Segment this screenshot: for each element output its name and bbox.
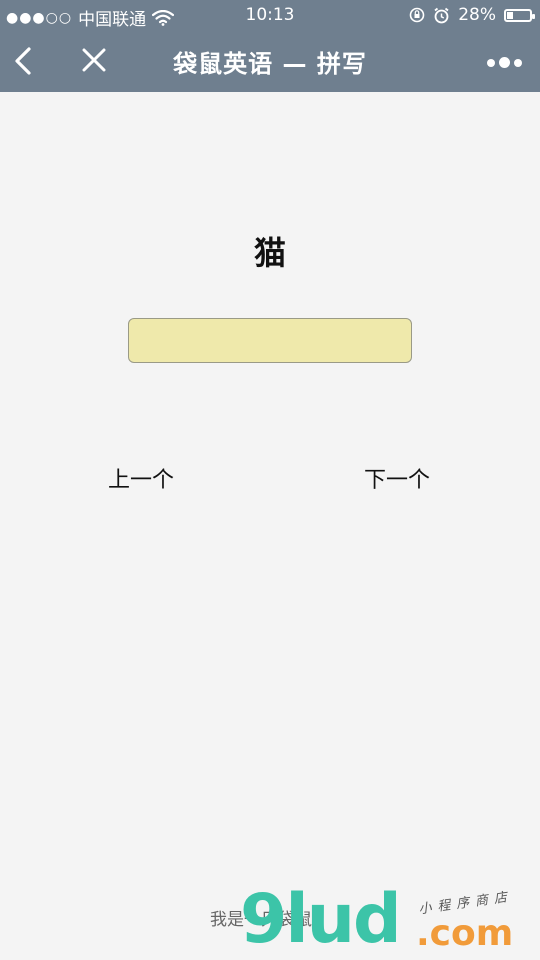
nav-bar: 袋鼠英语 — 拼写 [0, 30, 540, 92]
more-dots-icon[interactable] [487, 57, 522, 68]
watermark-main: 9lud [240, 880, 402, 959]
more-dot [514, 58, 522, 67]
watermark-logo: 9lud .com 小程序商店 [240, 886, 540, 960]
prev-button[interactable]: 上一个 [108, 462, 174, 494]
next-button[interactable]: 下一个 [364, 462, 430, 494]
battery-fill [507, 11, 514, 19]
status-bar: ●●●○○ 中国联通 10:13 28% [0, 0, 540, 30]
orientation-lock-icon [409, 7, 425, 23]
more-dot [487, 58, 495, 67]
status-right: 28% [409, 5, 535, 25]
spelling-input[interactable] [128, 318, 412, 363]
top-bar: ●●●○○ 中国联通 10:13 28% 袋鼠英语 — 拼写 [0, 0, 540, 92]
battery-percent: 28% [458, 5, 496, 25]
battery-icon [504, 8, 535, 22]
more-dot [499, 57, 510, 68]
page-title: 袋鼠英语 — 拼写 [173, 50, 367, 78]
spelling-word: 猫 [253, 234, 286, 272]
watermark-domain: .com [416, 913, 514, 954]
alarm-icon [434, 7, 449, 23]
